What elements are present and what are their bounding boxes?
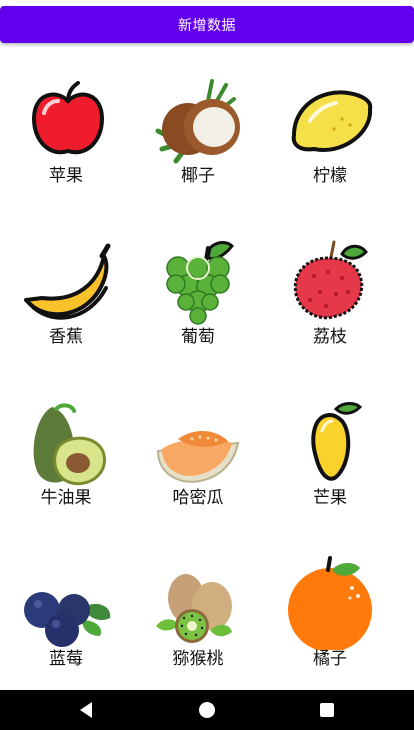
fruit-item-orange[interactable]: 橘子 — [264, 526, 396, 687]
grape-icon — [166, 241, 235, 325]
system-navigation-bar — [0, 690, 414, 730]
lemon-icon — [291, 90, 373, 152]
fruit-name: 葡萄 — [181, 327, 215, 347]
fruit-item-banana[interactable]: 香蕉 — [0, 204, 132, 365]
lychee-icon — [293, 240, 368, 320]
fruit-item-kiwi[interactable]: 猕猴桃 — [132, 526, 264, 687]
home-icon[interactable] — [198, 701, 216, 719]
fruit-name: 椰子 — [181, 166, 215, 186]
fruit-item-lychee[interactable]: 荔枝 — [264, 204, 396, 365]
fruit-item-cantaloupe[interactable]: 哈密瓜 — [132, 365, 264, 526]
fruit-name: 牛油果 — [40, 488, 92, 508]
coconut-icon — [155, 79, 240, 164]
fruit-item-coconut[interactable]: 椰子 — [132, 43, 264, 204]
fruit-name: 荔枝 — [313, 327, 347, 347]
fruit-name: 柠檬 — [313, 166, 347, 186]
fruit-name: 猕猴桃 — [172, 649, 224, 669]
fruit-item-mango[interactable]: 芒果 — [264, 365, 396, 526]
apple-icon — [31, 81, 105, 155]
add-data-button[interactable]: 新增数据 — [0, 6, 414, 43]
fruit-name: 橘子 — [313, 649, 347, 669]
fruit-item-apple[interactable]: 苹果 — [0, 43, 132, 204]
mango-icon — [311, 402, 363, 481]
fruit-name: 香蕉 — [49, 327, 83, 347]
fruit-name: 苹果 — [49, 166, 83, 186]
avocado-icon — [33, 403, 107, 486]
recents-icon[interactable] — [318, 701, 336, 719]
fruit-name: 蓝莓 — [49, 649, 83, 669]
fruit-item-grape[interactable]: 葡萄 — [132, 204, 264, 365]
fruit-item-avocado[interactable]: 牛油果 — [0, 365, 132, 526]
fruit-name: 哈密瓜 — [172, 488, 224, 508]
fruit-item-lemon[interactable]: 柠檬 — [264, 43, 396, 204]
fruit-item-blueberry[interactable]: 蓝莓 — [0, 526, 132, 687]
banana-icon — [24, 243, 111, 320]
cantaloupe-icon — [156, 430, 240, 483]
orange-icon — [288, 556, 372, 650]
fruit-name: 芒果 — [313, 488, 347, 508]
back-icon[interactable] — [77, 701, 95, 719]
kiwi-icon — [156, 574, 232, 643]
blueberry-icon — [24, 592, 111, 647]
fruit-grid: 苹果 椰子 柠檬 香蕉 葡萄 荔枝 牛油果 哈密瓜 芒果 蓝莓 猕猴桃 橘子 — [0, 43, 414, 690]
